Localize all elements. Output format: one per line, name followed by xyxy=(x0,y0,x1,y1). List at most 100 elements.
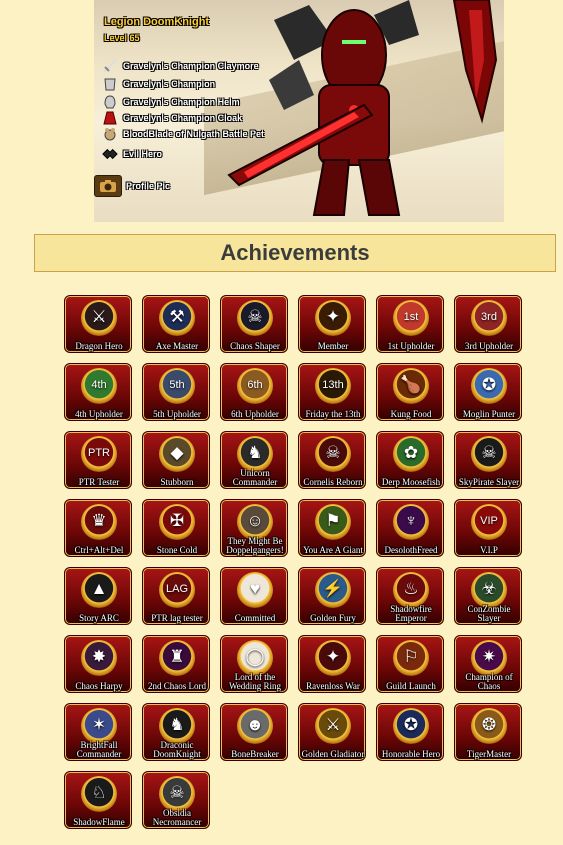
achievement-badge[interactable]: ⚡ Golden Fury xyxy=(298,567,366,625)
achievement-badge[interactable]: ⚒ Axe Master xyxy=(142,295,210,353)
achievement-badge[interactable]: LAG PTR lag tester xyxy=(142,567,210,625)
achievement-badge[interactable]: ☠ Chaos Shaper xyxy=(220,295,288,353)
achievement-label: BoneBreaker xyxy=(231,749,279,759)
achievement-label: 2nd Chaos Lord xyxy=(148,681,206,691)
equip-cloak[interactable]: Gravelyn's Champion Cloak xyxy=(102,110,242,126)
equip-pet[interactable]: BloodBlade of Nulgath Battle Pet xyxy=(102,126,264,142)
badge-emblem-icon: ⚡ xyxy=(322,579,344,598)
achievement-badge[interactable]: VIP V.I.P xyxy=(454,499,522,557)
badge-emblem-icon: ☺ xyxy=(246,511,264,530)
achievement-label: PTR Tester xyxy=(78,477,120,487)
achievement-badge[interactable]: ☺ They Might Be Doppelgangers! xyxy=(220,499,288,557)
achievement-label: Moglin Punter xyxy=(462,409,516,419)
achievement-badge[interactable]: ✦ Ravenloss War xyxy=(298,635,366,693)
equip-armor[interactable]: Gravelyn's Champion xyxy=(102,76,215,92)
badge-emblem-icon: ☠ xyxy=(247,307,263,326)
equip-label: Gravelyn's Champion xyxy=(123,79,216,89)
faction-icon xyxy=(102,146,118,162)
badge-emblem-icon: ⚒ xyxy=(169,307,185,326)
badge-emblem-icon: 1st xyxy=(403,311,419,323)
badge-emblem-icon: ✿ xyxy=(403,443,419,462)
achievement-badge[interactable]: ♛ Ctrl+Alt+Del xyxy=(64,499,132,557)
achievement-badge[interactable]: ✠ Stone Cold xyxy=(142,499,210,557)
achievement-badge[interactable]: ⚔ Dragon Hero xyxy=(64,295,132,353)
achievement-badge[interactable]: ⚑ You Are A Giant xyxy=(298,499,366,557)
badge-emblem-icon: ☠ xyxy=(169,783,185,802)
achievements-header: Achievements xyxy=(34,234,556,272)
achievement-badge[interactable]: PTR PTR Tester xyxy=(64,431,132,489)
badge-emblem-icon: ☣ xyxy=(481,579,497,598)
achievement-badge[interactable]: ✿ Derp Moosefish xyxy=(376,431,444,489)
achievement-label: Draconic DoomKnight xyxy=(153,740,201,759)
achievement-badge[interactable]: ☠ SkyPirate Slayer xyxy=(454,431,522,489)
achievement-label: 5th Upholder xyxy=(153,409,201,419)
pet-icon xyxy=(102,126,118,142)
achievement-badge[interactable]: ▲ Story ARC xyxy=(64,567,132,625)
badge-emblem-icon: ✦ xyxy=(325,647,341,666)
badge-emblem-icon: ♞ xyxy=(169,715,185,734)
equip-label: Gravelyn's Champion Claymore xyxy=(123,61,259,71)
achievement-badge[interactable]: ⚔ Golden Gladiator xyxy=(298,703,366,761)
achievement-badge[interactable]: ✦ Member xyxy=(298,295,366,353)
achievement-label: ConZombie Slayer xyxy=(467,604,511,623)
achievement-badge[interactable]: ☠ Cornelis Reborn xyxy=(298,431,366,489)
badge-emblem-icon: ♨ xyxy=(403,579,419,598)
achievement-label: 3rd Upholder xyxy=(464,341,514,351)
achievement-label: DesolothFreed xyxy=(384,545,438,555)
camera-icon xyxy=(94,175,122,197)
cape-icon xyxy=(102,110,118,126)
achievement-badge[interactable]: 1st 1st Upholder xyxy=(376,295,444,353)
badge-emblem-icon: ✠ xyxy=(169,511,185,530)
equip-helm[interactable]: Gravelyn's Champion Helm xyxy=(102,94,240,110)
achievement-badge[interactable]: 4th 4th Upholder xyxy=(64,363,132,421)
achievements-title: Achievements xyxy=(220,240,370,265)
badge-emblem-icon: ♜ xyxy=(169,647,185,666)
achievement-label: Kung Food xyxy=(390,409,432,419)
achievement-badge[interactable]: ✶ BrightFall Commander xyxy=(64,703,132,761)
badge-emblem-icon: ✪ xyxy=(481,375,497,394)
achievement-label: Unicorn Commander xyxy=(232,468,278,487)
profile-pic-button[interactable]: Profile Pic xyxy=(94,175,170,197)
helm-icon xyxy=(102,94,118,110)
achievement-badge[interactable]: ◯ Lord of the Wedding Ring xyxy=(220,635,288,693)
achievement-badge[interactable]: ◆ Stubborn xyxy=(142,431,210,489)
equip-faction[interactable]: Evil Hero xyxy=(102,146,162,162)
achievement-badge[interactable]: ☻ BoneBreaker xyxy=(220,703,288,761)
achievement-label: Lord of the Wedding Ring xyxy=(228,672,282,691)
equip-label: BloodBlade of Nulgath Battle Pet xyxy=(123,129,265,139)
character-artwork xyxy=(227,0,498,216)
achievement-badge[interactable]: ♜ 2nd Chaos Lord xyxy=(142,635,210,693)
achievement-badge[interactable]: ✸ Chaos Harpy xyxy=(64,635,132,693)
achievement-badge[interactable]: ☣ ConZombie Slayer xyxy=(454,567,522,625)
achievement-badge[interactable]: 🍗 Kung Food xyxy=(376,363,444,421)
profile-pic-label: Profile Pic xyxy=(126,181,171,191)
armor-icon xyxy=(102,76,118,92)
badge-emblem-icon: 🍗 xyxy=(400,375,422,394)
achievement-badge[interactable]: ☠ Obsidia Necromancer xyxy=(142,771,210,829)
achievement-badge[interactable]: ⚐ Guild Launch xyxy=(376,635,444,693)
achievement-badge[interactable]: 3rd 3rd Upholder xyxy=(454,295,522,353)
achievement-label: Stone Cold xyxy=(156,545,198,555)
achievement-badge[interactable]: ♞ Unicorn Commander xyxy=(220,431,288,489)
achievement-badge[interactable]: 13th Friday the 13th xyxy=(298,363,366,421)
achievement-badge[interactable]: ♘ ShadowFlame xyxy=(64,771,132,829)
achievement-badge[interactable]: ✪ Moglin Punter xyxy=(454,363,522,421)
badge-emblem-icon: ♘ xyxy=(91,783,107,802)
badge-emblem-icon: ⚔ xyxy=(91,307,107,326)
badge-emblem-icon: ✸ xyxy=(91,647,107,666)
achievement-badge[interactable]: ❂ TigerMaster xyxy=(454,703,522,761)
achievement-label: Committed xyxy=(234,613,276,623)
achievement-badge[interactable]: 5th 5th Upholder xyxy=(142,363,210,421)
achievement-badge[interactable]: ♆ DesolothFreed xyxy=(376,499,444,557)
achievement-badge[interactable]: ✪ Honorable Hero xyxy=(376,703,444,761)
achievement-badge[interactable]: ♥ Committed xyxy=(220,567,288,625)
badge-emblem-icon: ✶ xyxy=(91,715,107,734)
achievement-badge[interactable]: ♞ Draconic DoomKnight xyxy=(142,703,210,761)
achievement-badge[interactable]: 6th 6th Upholder xyxy=(220,363,288,421)
achievement-badge[interactable]: ✷ Champion of Chaos xyxy=(454,635,522,693)
achievement-label: Guild Launch xyxy=(386,681,436,691)
equip-weapon[interactable]: Gravelyn's Champion Claymore xyxy=(102,58,259,74)
achievement-label: Obsidia Necromancer xyxy=(152,808,202,827)
achievement-badge[interactable]: ♨ Shadowfire Emperor xyxy=(376,567,444,625)
equip-label: Gravelyn's Champion Cloak xyxy=(123,113,243,123)
